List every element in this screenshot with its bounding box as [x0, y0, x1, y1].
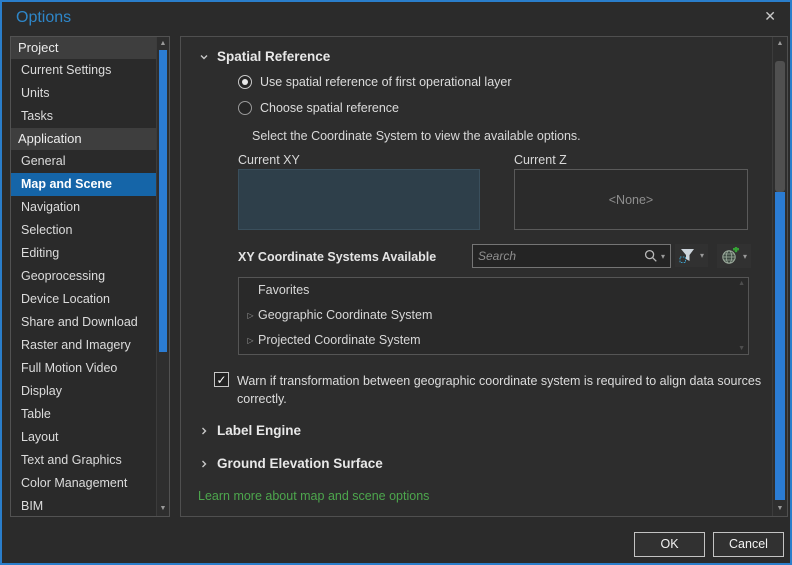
- globe-dropdown-icon[interactable]: ▾: [743, 252, 747, 261]
- sidebar-item-map-and-scene[interactable]: Map and Scene: [11, 173, 156, 196]
- sidebar: Project Current Settings Units Tasks Applica…: [10, 36, 170, 517]
- instruction-text: Select the Coordinate System to view the…: [252, 129, 581, 143]
- title-bar: Options ✕: [2, 2, 790, 36]
- ok-button[interactable]: OK: [634, 532, 705, 557]
- add-coordinate-system-button[interactable]: ▾: [717, 244, 752, 268]
- main-scrollbar-track-fill[interactable]: [775, 192, 785, 500]
- sidebar-item-layout[interactable]: Layout: [11, 426, 156, 449]
- section-label-engine[interactable]: Label Engine: [199, 423, 301, 438]
- sidebar-list: Project Current Settings Units Tasks Applica…: [11, 37, 156, 516]
- current-xy-label: Current XY: [238, 153, 300, 167]
- sidebar-item-editing[interactable]: Editing: [11, 242, 156, 265]
- sidebar-item-full-motion-video[interactable]: Full Motion Video: [11, 357, 156, 380]
- sidebar-item-geoprocessing[interactable]: Geoprocessing: [11, 265, 156, 288]
- current-z-box[interactable]: <None>: [514, 169, 748, 230]
- main-scrollbar-thumb[interactable]: [775, 61, 785, 192]
- sidebar-item-units[interactable]: Units: [11, 82, 156, 105]
- tree-item-favorites[interactable]: Favorites: [239, 278, 748, 303]
- warn-transformation-row[interactable]: ✓ Warn if transformation between geograp…: [214, 372, 765, 408]
- scroll-up-icon[interactable]: ▲: [773, 38, 787, 50]
- expand-arrow-icon[interactable]: ▷: [243, 303, 258, 328]
- sidebar-scrollbar[interactable]: ▲ ▼: [156, 37, 169, 516]
- sidebar-item-selection[interactable]: Selection: [11, 219, 156, 242]
- sidebar-header-application: Application: [11, 128, 156, 150]
- scroll-down-icon[interactable]: ▼: [157, 503, 169, 515]
- sidebar-header-project: Project: [11, 37, 156, 59]
- current-z-value: <None>: [608, 192, 654, 207]
- main-scrollbar[interactable]: ▲ ▼: [772, 37, 787, 516]
- search-box[interactable]: ▾: [472, 244, 671, 268]
- section-title: Label Engine: [217, 423, 302, 438]
- search-dropdown-icon[interactable]: ▾: [661, 252, 665, 261]
- close-icon[interactable]: ✕: [764, 8, 776, 25]
- filter-icon: [679, 249, 694, 263]
- tree-item-projected-coordinate-system[interactable]: ▷ Projected Coordinate System: [239, 328, 748, 353]
- current-xy-box[interactable]: [238, 169, 480, 230]
- filter-dropdown-icon[interactable]: ▾: [700, 251, 704, 260]
- radio-selected-icon[interactable]: [238, 75, 252, 89]
- radio-unselected-icon[interactable]: [238, 101, 252, 115]
- cancel-button[interactable]: Cancel: [713, 532, 784, 557]
- chevron-right-icon: [202, 460, 207, 467]
- main-panel: Spatial Reference Use spatial reference …: [180, 36, 788, 517]
- expand-arrow-icon[interactable]: ▷: [243, 328, 258, 353]
- chevron-right-icon: [202, 427, 207, 434]
- xy-systems-available-label: XY Coordinate Systems Available: [238, 250, 437, 264]
- radio-choose-spatial-reference[interactable]: Choose spatial reference: [238, 101, 399, 115]
- scroll-down-icon[interactable]: ▼: [773, 503, 787, 515]
- radio-label: Choose spatial reference: [260, 101, 399, 115]
- sidebar-item-general[interactable]: General: [11, 150, 156, 173]
- sidebar-item-device-location[interactable]: Device Location: [11, 288, 156, 311]
- tree-scroll-up-icon[interactable]: ▲: [738, 280, 745, 287]
- sidebar-item-share-and-download[interactable]: Share and Download: [11, 311, 156, 334]
- sidebar-item-text-and-graphics[interactable]: Text and Graphics: [11, 449, 156, 472]
- sidebar-item-bim[interactable]: BIM: [11, 495, 156, 516]
- chevron-down-icon: [200, 54, 208, 59]
- learn-more-link[interactable]: Learn more about map and scene options: [198, 489, 429, 503]
- radio-use-first-layer[interactable]: Use spatial reference of first operation…: [238, 75, 512, 89]
- tree-item-label: Geographic Coordinate System: [258, 308, 433, 322]
- tree-item-label: Favorites: [258, 283, 310, 297]
- globe-add-icon: [722, 247, 739, 264]
- sidebar-scrollbar-thumb[interactable]: [159, 50, 167, 352]
- search-input[interactable]: [478, 249, 641, 263]
- coordinate-tree[interactable]: ▲ ▼ Favorites ▷ Geographic Coordinate Syst…: [238, 277, 749, 355]
- radio-label: Use spatial reference of first operation…: [260, 75, 512, 89]
- sidebar-item-display[interactable]: Display: [11, 380, 156, 403]
- tree-scroll-down-icon[interactable]: ▼: [738, 345, 745, 352]
- section-spatial-reference[interactable]: Spatial Reference: [199, 49, 330, 64]
- dialog-title: Options: [16, 9, 72, 26]
- sidebar-item-raster-and-imagery[interactable]: Raster and Imagery: [11, 334, 156, 357]
- options-dialog: Options ✕ Project Current Settings Units Ta…: [0, 0, 792, 565]
- tree-item-label: Projected Coordinate System: [258, 333, 421, 347]
- section-title: Spatial Reference: [217, 49, 331, 64]
- sidebar-item-tasks[interactable]: Tasks: [11, 105, 156, 128]
- sidebar-item-navigation[interactable]: Navigation: [11, 196, 156, 219]
- section-ground-elevation-surface[interactable]: Ground Elevation Surface: [199, 456, 383, 471]
- checkbox-checked-icon[interactable]: ✓: [214, 372, 229, 387]
- warn-transformation-label: Warn if transformation between geographi…: [237, 374, 762, 407]
- sidebar-item-table[interactable]: Table: [11, 403, 156, 426]
- section-title: Ground Elevation Surface: [217, 456, 383, 471]
- search-icon[interactable]: [644, 249, 658, 263]
- scroll-up-icon[interactable]: ▲: [157, 38, 169, 50]
- sidebar-item-current-settings[interactable]: Current Settings: [11, 59, 156, 82]
- tree-item-geographic-coordinate-system[interactable]: ▷ Geographic Coordinate System: [239, 303, 748, 328]
- current-z-label: Current Z: [514, 153, 567, 167]
- filter-button[interactable]: ▾: [675, 244, 709, 267]
- sidebar-item-color-management[interactable]: Color Management: [11, 472, 156, 495]
